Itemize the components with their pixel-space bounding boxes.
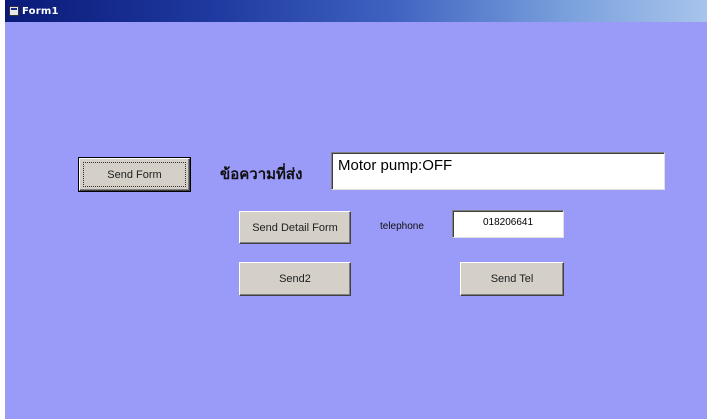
send2-button[interactable]: Send2	[239, 262, 351, 296]
send-form-button[interactable]: Send Form	[78, 157, 191, 192]
send-detail-form-button-label: Send Detail Form	[252, 221, 338, 234]
telephone-label: telephone	[380, 221, 424, 232]
send2-button-label: Send2	[279, 273, 311, 285]
message-label: ข้อความที่ส่ง	[220, 165, 303, 183]
telephone-textbox-value: 018206641	[482, 217, 534, 228]
send-tel-button[interactable]: Send Tel	[460, 262, 564, 296]
message-textbox-value: Motor pump:OFF	[338, 157, 453, 174]
focus-rectangle	[83, 162, 186, 187]
send-tel-button-label: Send Tel	[490, 273, 534, 285]
telephone-textbox[interactable]: 018206641	[452, 210, 564, 238]
window-title: Form1	[22, 5, 59, 17]
message-textbox[interactable]: Motor pump:OFF	[331, 152, 665, 190]
title-bar[interactable]: Form1	[5, 0, 707, 22]
form-icon	[9, 6, 19, 16]
form-window: Form1 Send Form ข้อความที่ส่ง Motor pump…	[5, 0, 707, 419]
send-detail-form-button[interactable]: Send Detail Form	[239, 211, 351, 244]
